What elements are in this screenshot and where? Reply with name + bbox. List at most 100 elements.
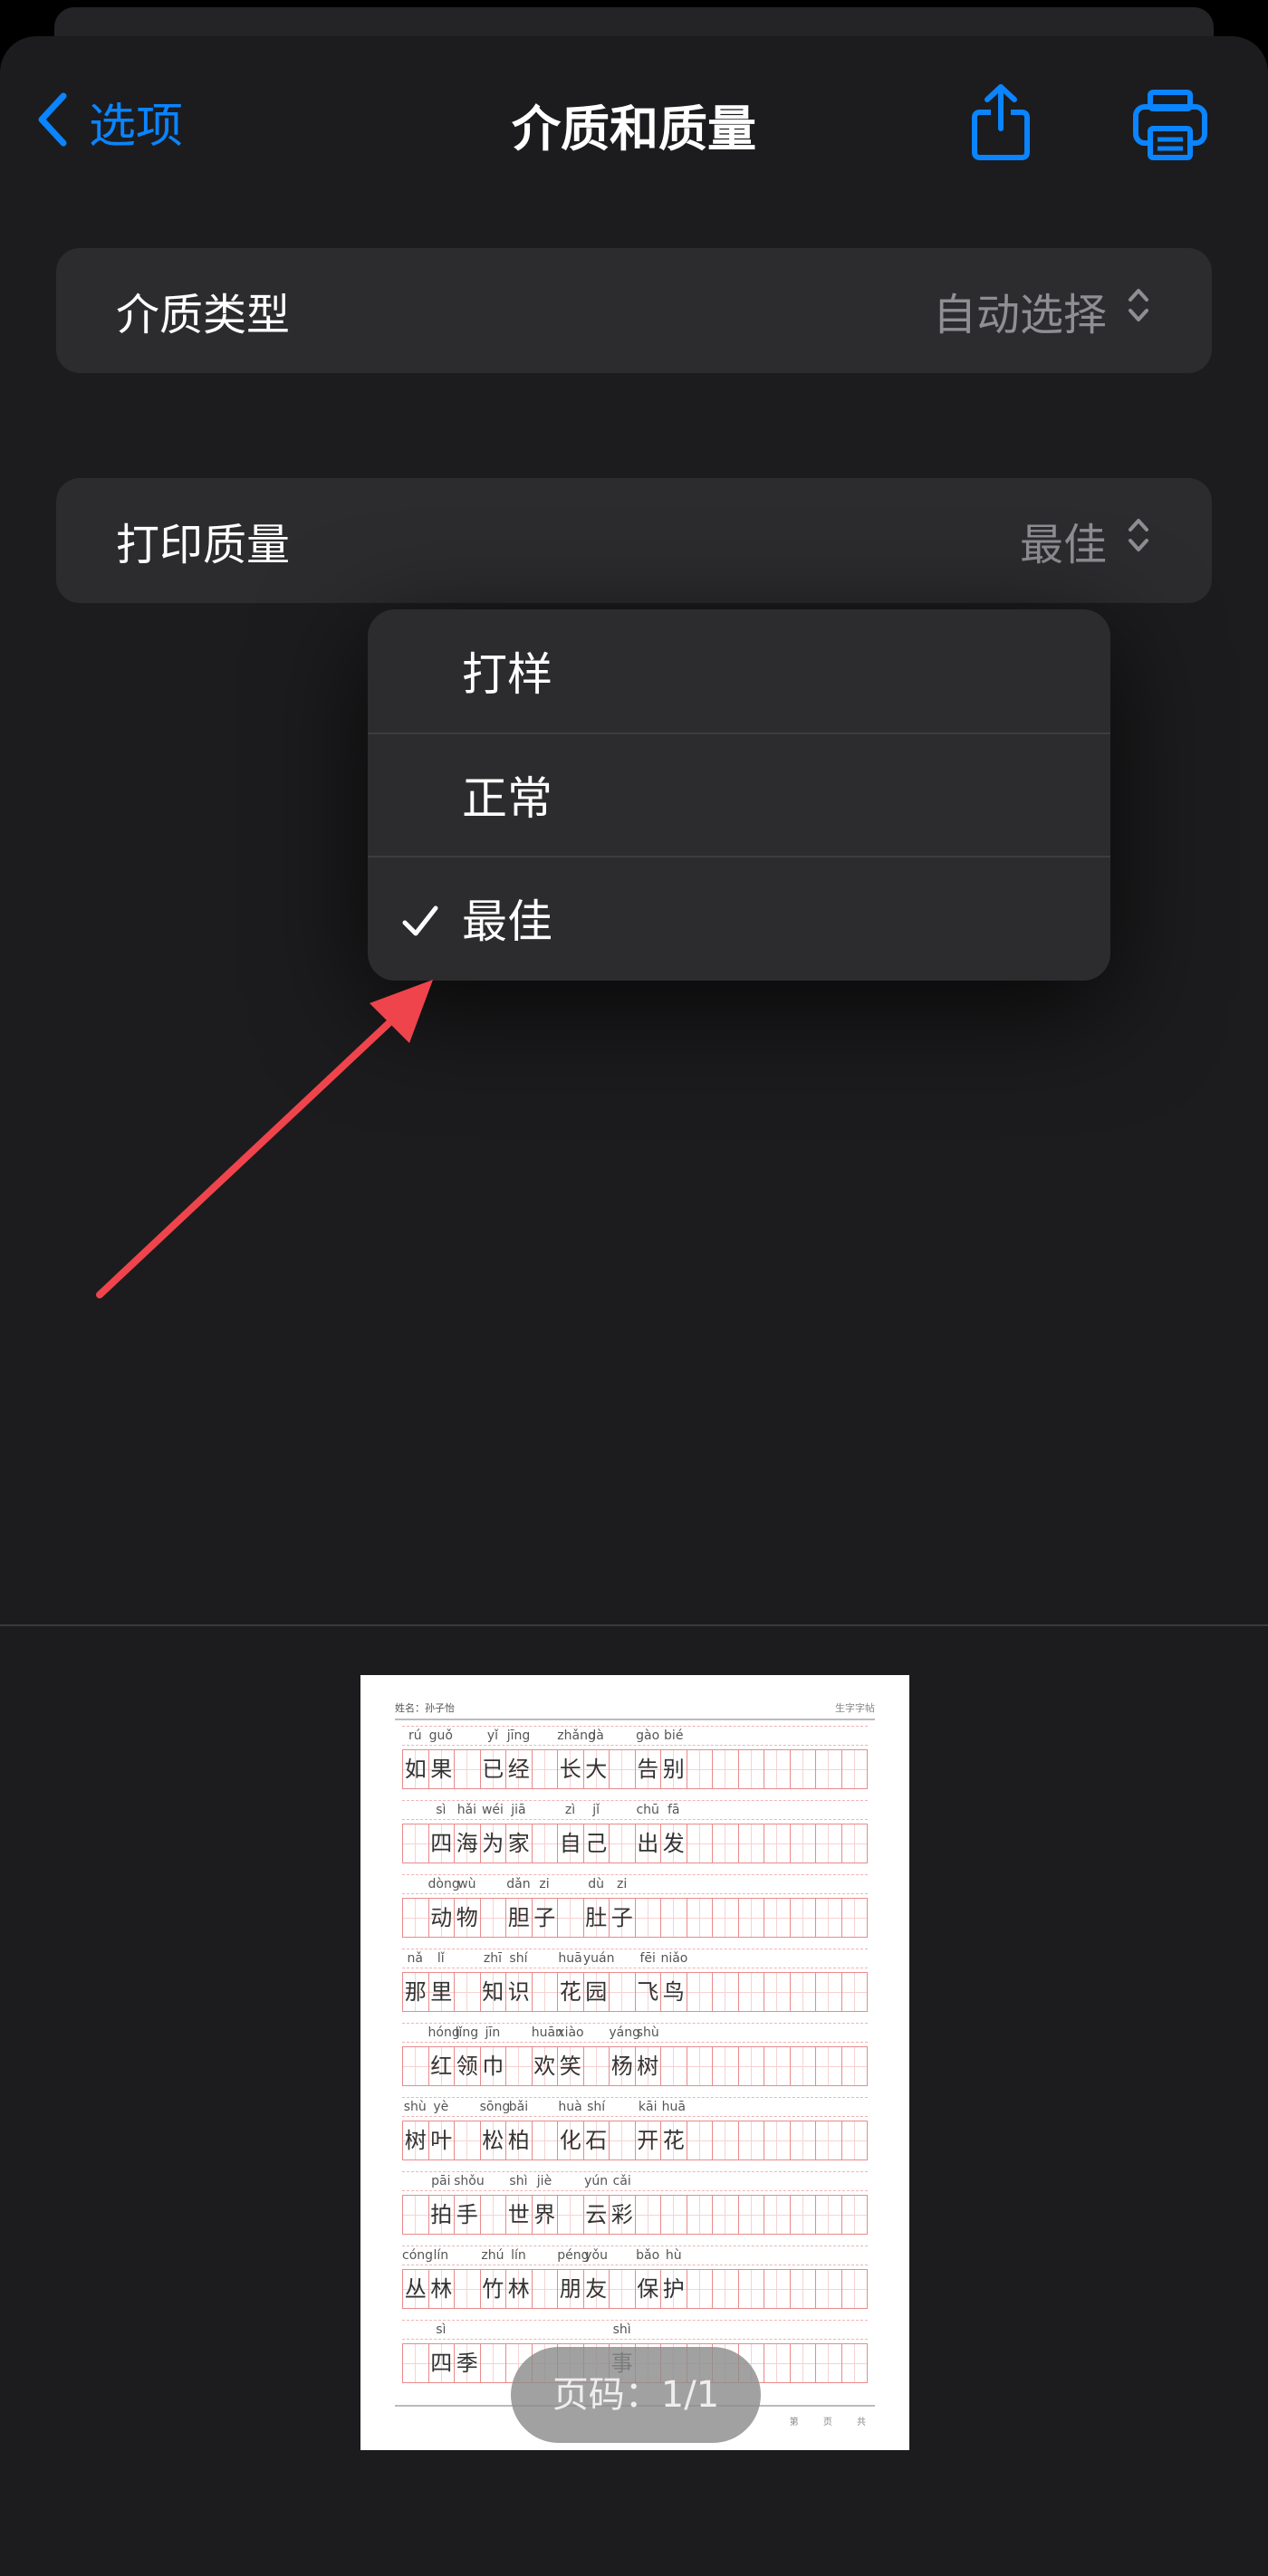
character-cell [635,2196,661,2234]
character-cell: 领 [455,2047,481,2085]
pinyin-syllable [713,1727,739,1745]
character-cells: 拍手世界云彩 [402,2195,868,2235]
character-cell: 发 [661,1824,687,1863]
media-type-row[interactable]: 介质类型 自动选择 [56,248,1212,373]
pinyin-syllable [687,2098,713,2116]
pinyin-syllable: sōng [479,2100,511,2114]
pinyin-syllable [790,1949,816,1968]
character-cell: 四 [428,2344,455,2382]
pinyin-syllable: dù [588,1877,604,1891]
character-cell [764,2121,791,2159]
pinyin-syllable [713,2098,739,2116]
pinyin-syllable: xiào [557,2025,584,2040]
pinyin-syllable: lín [511,2248,526,2263]
character-cell [841,1899,868,1937]
character-cell [687,1750,713,1788]
character-cell: 拍 [428,2196,455,2234]
pinyin-syllable [841,2321,868,2339]
pinyin-syllable [738,2321,764,2339]
practice-row: pāi shǒu shì jiè yún cǎi 拍手世界云彩 [402,2171,868,2246]
character-cell: 世 [506,2196,533,2234]
character-cell [455,1973,481,2011]
print-preview-page[interactable]: 姓名：孙子怡 生字字帖 rú guǒ yǐ jīng zhǎng dà gào bié 如果已经… [360,1675,909,2450]
pinyin-syllable: lǐ [437,1951,445,1966]
share-icon[interactable] [969,81,1033,163]
character-cell: 大 [583,1750,610,1788]
pinyin-syllable: huà [558,2100,582,2114]
character-cell [687,2196,713,2234]
character-cell [738,1750,764,1788]
pinyin-syllable [713,1949,739,1968]
character-cell [687,1973,713,2011]
pinyin-line: shù yè sōng bǎi huà shí kāi huā [402,2097,868,2117]
character-cell: 季 [455,2344,481,2382]
menu-item-label: 最佳 [462,895,552,948]
pinyin-syllable [402,2321,428,2339]
character-cell: 动 [428,1899,455,1937]
printer-icon[interactable] [1132,89,1208,161]
pinyin-line: sì shì [402,2320,868,2340]
pinyin-syllable: cǎi [612,2174,631,2188]
paper-footer-text: 第 页 共 [789,2418,877,2428]
pinyin-syllable [841,1875,868,1893]
menu-item-normal[interactable]: 正常 [368,733,1110,856]
pinyin-syllable [660,1875,687,1893]
character-cell: 胆 [506,1899,533,1937]
pinyin-syllable [660,2321,687,2339]
character-cell [506,2047,533,2085]
character-cell: 知 [480,1973,506,2011]
pinyin-syllable: lín [433,2248,449,2263]
pinyin-syllable: péng [557,2248,590,2263]
character-cell: 石 [583,2121,610,2159]
pinyin-syllable [841,2098,868,2116]
pinyin-line: hóng lǐng jīn huān xiào yáng shù [402,2023,868,2043]
character-cell: 为 [480,1824,506,1863]
pinyin-syllable: lǐng [455,2025,479,2040]
pinyin-syllable: jīn [485,2025,501,2040]
pinyin-syllable [713,2172,739,2190]
page-title: 介质和质量 [512,101,756,158]
character-cell [558,1899,584,1937]
character-cell [532,1750,558,1788]
print-quality-selector[interactable]: 最佳 [1020,509,1152,572]
pinyin-syllable: yún [584,2174,609,2188]
character-cell [661,1899,687,1937]
pinyin-syllable [402,1875,428,1893]
character-cell [403,1824,429,1863]
checkmark-icon [400,899,440,939]
character-cell [816,2196,842,2234]
menu-item-draft[interactable]: 打样 [368,609,1110,733]
pinyin-syllable [454,1949,480,1968]
character-cell [713,1750,739,1788]
menu-item-best[interactable]: 最佳 [368,856,1110,979]
character-cell: 林 [428,2270,455,2308]
character-cell: 肚 [583,1899,610,1937]
character-cell: 花 [661,2121,687,2159]
character-cell: 园 [583,1973,610,2011]
chevron-up-down-icon [1107,285,1152,336]
character-cell: 竹 [480,2270,506,2308]
character-cell: 友 [583,2270,610,2308]
character-cell [532,2121,558,2159]
pinyin-syllable: dǎn [506,1877,531,1891]
pinyin-syllable [454,2321,480,2339]
pinyin-syllable [738,1875,764,1893]
pinyin-syllable [454,2246,480,2265]
character-cell [687,1824,713,1863]
pinyin-line: sì hǎi wéi jiā zì jǐ chū fā [402,1800,868,1820]
pinyin-syllable [790,2321,816,2339]
media-type-value: 自动选择 [932,290,1107,340]
character-cell [455,2121,481,2159]
paper-student-name: 姓名：孙子怡 [395,1702,455,1714]
character-cell [764,2270,791,2308]
pinyin-syllable [790,1727,816,1745]
pinyin-syllable [738,2246,764,2265]
pinyin-line: dòng wù dǎn zi dù zi [402,1874,868,1894]
character-cell [816,1750,842,1788]
pinyin-syllable: wéi [481,1803,504,1817]
character-cell: 欢 [532,2047,558,2085]
print-quality-row[interactable]: 打印质量 最佳 [56,478,1212,603]
media-type-selector[interactable]: 自动选择 [933,279,1152,342]
character-cell [816,1824,842,1863]
character-cell: 红 [428,2047,455,2085]
